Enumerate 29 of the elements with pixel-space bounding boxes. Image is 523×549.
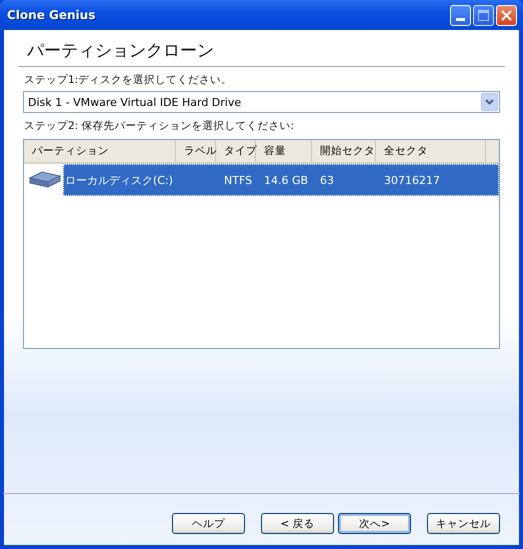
wizard-button[interactable]: < 戻る — [261, 513, 334, 534]
wizard-button[interactable]: 次へ> — [338, 513, 411, 534]
column-header[interactable]: 容量 — [256, 140, 312, 162]
table-cell-text: 30716217 — [383, 174, 441, 186]
column-header[interactable]: 全セクタ — [376, 140, 486, 162]
minimize-button[interactable] — [450, 4, 471, 26]
table-cell-text: ローカルディスク(C:) — [64, 172, 174, 188]
disk-dropdown[interactable]: Disk 1 - VMware Virtual IDE Hard Drive — [23, 91, 500, 113]
step-label: ステップ2: 保存先パーティションを選択してください: — [24, 119, 296, 133]
window-title: Clone Genius — [7, 8, 96, 22]
close-button[interactable] — [496, 4, 517, 26]
column-header[interactable]: タイプ — [216, 140, 256, 162]
page-heading: パーティションクローン — [27, 40, 215, 62]
table-cell-text: 14.6 GB — [263, 174, 310, 186]
column-header[interactable]: ラベル — [176, 140, 216, 162]
column-header[interactable]: 開始セクタ — [312, 140, 376, 162]
minimize-icon — [456, 18, 465, 20]
wizard-button[interactable]: キャンセル — [427, 513, 500, 534]
maximize-icon — [478, 10, 489, 20]
table-cell-text: NTFS — [223, 174, 254, 186]
wizard-button[interactable]: ヘルプ — [172, 513, 245, 534]
column-header[interactable]: パーティション — [24, 140, 176, 162]
partition-list[interactable]: パーティション ラベル タイプ 容量 開始セクタ 全セクタ ローカルディスク(C:) NTFS 14.6 GB 63 30716217 — [23, 139, 500, 349]
partition-row[interactable]: ローカルディスク(C:) NTFS 14.6 GB 63 30716217 — [63, 164, 499, 196]
step-label: ステップ1:ディスクを選択してください。 — [24, 73, 234, 87]
close-icon — [501, 10, 512, 20]
maximize-button[interactable] — [473, 4, 494, 26]
hard-drive-icon — [28, 170, 62, 190]
table-cell-text: 63 — [319, 174, 335, 186]
